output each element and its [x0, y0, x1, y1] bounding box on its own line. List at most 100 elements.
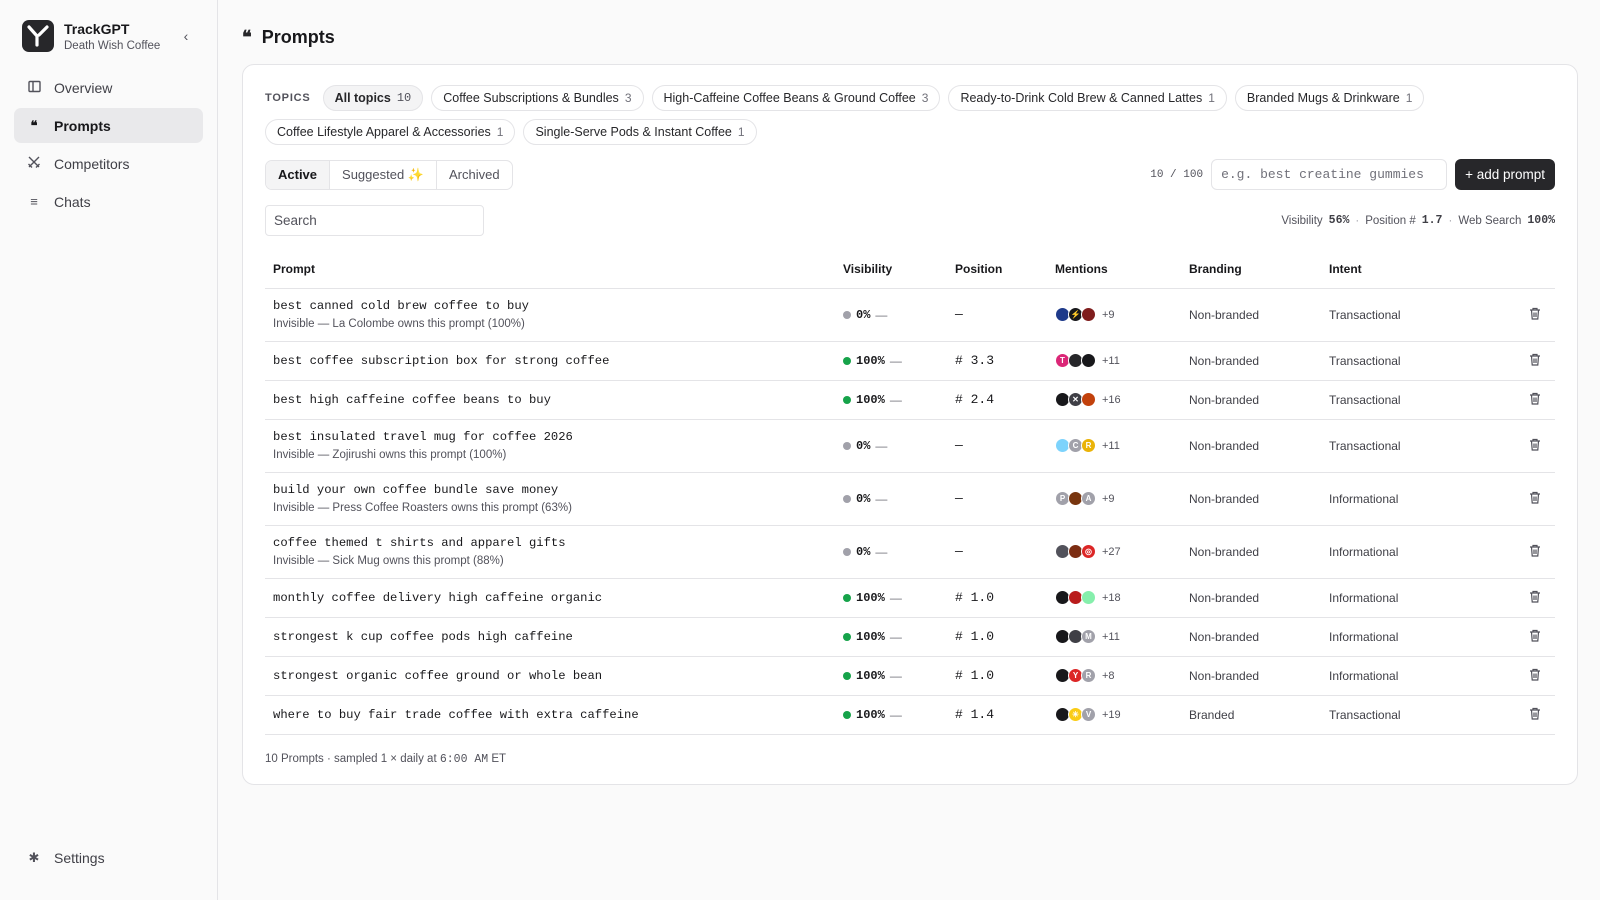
prompt-text[interactable]: coffee themed t shirts and apparel gifts	[273, 536, 827, 550]
more-mentions-count: +8	[1102, 669, 1115, 682]
table-row[interactable]: best canned cold brew coffee to buy Invi…	[265, 288, 1555, 342]
table-row[interactable]: where to buy fair trade coffee with extr…	[265, 695, 1555, 735]
status-dot	[843, 593, 851, 602]
trash-icon[interactable]	[1515, 695, 1555, 735]
sidebar-item-label: Competitors	[54, 155, 130, 172]
trash-icon[interactable]	[1515, 656, 1555, 696]
mentions-cell[interactable]: C R +11	[1055, 438, 1173, 453]
topic-chip-all[interactable]: All topics 10	[322, 85, 424, 111]
mentions-cell[interactable]: ✳ V +19	[1055, 707, 1173, 722]
table-row[interactable]: best insulated travel mug for coffee 202…	[265, 419, 1555, 473]
table-row[interactable]: best coffee subscription box for strong …	[265, 341, 1555, 381]
trash-icon[interactable]	[1515, 617, 1555, 657]
position-value: # 2.4	[955, 392, 995, 407]
status-dot	[843, 310, 851, 319]
column-header[interactable]: Branding	[1181, 250, 1321, 289]
trash-icon[interactable]	[1515, 472, 1555, 526]
mentions-cell[interactable]: +18	[1055, 590, 1173, 605]
mentions-cell[interactable]: ⚡ +9	[1055, 307, 1173, 322]
mentions-cell[interactable]: M +11	[1055, 629, 1173, 644]
branding-value: Non-branded	[1189, 307, 1260, 322]
tab-suggested[interactable]: Suggested ✨	[330, 160, 437, 189]
collapse-sidebar-icon[interactable]: ‹	[177, 28, 195, 44]
position-value: —	[955, 491, 963, 506]
table-row[interactable]: strongest k cup coffee pods high caffein…	[265, 617, 1555, 657]
prompt-text[interactable]: best insulated travel mug for coffee 202…	[273, 430, 827, 444]
trash-icon[interactable]	[1515, 380, 1555, 420]
mentions-cell[interactable]: T +11	[1055, 353, 1173, 368]
metric-label: Position #	[1365, 214, 1416, 227]
branding-value: Branded	[1189, 707, 1235, 722]
visibility-value: 100%	[856, 629, 885, 644]
trash-icon[interactable]	[1515, 419, 1555, 473]
tab-active[interactable]: Active	[266, 160, 331, 189]
chip-count: 3	[624, 91, 632, 105]
more-mentions-count: +19	[1102, 708, 1121, 721]
chip-label: Ready-to-Drink Cold Brew & Canned Lattes	[960, 91, 1203, 105]
mentions-cell[interactable]: Y R +8	[1055, 668, 1173, 683]
prompt-text[interactable]: best canned cold brew coffee to buy	[273, 299, 827, 313]
sampling-time: 6:00 AM	[439, 752, 489, 766]
mentions-cell[interactable]: ✕ +16	[1055, 392, 1173, 407]
intent-value: Transactional	[1329, 392, 1401, 407]
chip-label: Coffee Lifestyle Apparel & Accessories	[277, 125, 491, 139]
visibility-value: 100%	[856, 353, 885, 368]
mentions-cell[interactable]: ◎ +27	[1055, 544, 1173, 559]
more-mentions-count: +9	[1102, 492, 1115, 505]
topic-chip[interactable]: Branded Mugs & Drinkware 1	[1234, 85, 1425, 111]
table-row[interactable]: coffee themed t shirts and apparel gifts…	[265, 525, 1555, 579]
intent-value: Informational	[1329, 629, 1399, 644]
prompt-text[interactable]: strongest k cup coffee pods high caffein…	[273, 630, 827, 644]
table-row[interactable]: strongest organic coffee ground or whole…	[265, 656, 1555, 696]
status-dot	[843, 395, 851, 404]
competitor-avatar: V	[1081, 707, 1096, 722]
table-row[interactable]: monthly coffee delivery high caffeine or…	[265, 578, 1555, 618]
column-header[interactable]: Position	[947, 250, 1047, 289]
prompt-text[interactable]: monthly coffee delivery high caffeine or…	[273, 591, 827, 605]
trash-icon[interactable]	[1515, 288, 1555, 342]
timezone: ET	[491, 752, 507, 765]
position-value: # 3.3	[955, 353, 995, 368]
mentions-cell[interactable]: P A +9	[1055, 491, 1173, 506]
position-value: # 1.0	[955, 668, 995, 683]
chip-count: 1	[496, 125, 504, 139]
prompt-text[interactable]: build your own coffee bundle save money	[273, 483, 827, 497]
more-mentions-count: +9	[1102, 308, 1115, 321]
column-header[interactable]: Visibility	[835, 250, 947, 289]
column-header[interactable]: Prompt	[265, 250, 835, 289]
table-row[interactable]: build your own coffee bundle save money …	[265, 472, 1555, 526]
new-prompt-input[interactable]	[1211, 159, 1448, 190]
sidebar-item-overview[interactable]: Overview	[14, 70, 203, 105]
sidebar-item-settings[interactable]: ✱ Settings	[14, 840, 203, 875]
gear-icon: ✱	[28, 849, 40, 865]
tab-archived[interactable]: Archived	[437, 161, 512, 189]
sidebar-item-prompts[interactable]: ❝ Prompts	[14, 108, 203, 143]
topic-chip[interactable]: High-Caffeine Coffee Beans & Ground Coff…	[651, 85, 941, 111]
topic-chip[interactable]: Ready-to-Drink Cold Brew & Canned Lattes…	[948, 85, 1227, 111]
visibility-cell: 100% —	[843, 354, 939, 368]
table-row[interactable]: best high caffeine coffee beans to buy 1…	[265, 380, 1555, 420]
trash-icon[interactable]	[1515, 525, 1555, 579]
sidebar-item-competitors[interactable]: Competitors	[14, 146, 203, 181]
prompt-owner-note: Invisible — Zojirushi owns this prompt (…	[273, 449, 507, 461]
search-input[interactable]	[265, 205, 484, 236]
visibility-value: 0%	[856, 307, 871, 322]
topic-chip[interactable]: Coffee Subscriptions & Bundles 3	[431, 85, 644, 111]
chip-count: 10	[396, 91, 412, 105]
prompt-text[interactable]: best high caffeine coffee beans to buy	[273, 393, 827, 407]
more-mentions-count: +11	[1102, 630, 1120, 643]
sidebar-item-chats[interactable]: ≡ Chats	[14, 184, 203, 219]
prompts-table: Prompt Visibility Position Mentions Bran…	[265, 250, 1555, 735]
trash-icon[interactable]	[1515, 578, 1555, 618]
prompt-text[interactable]: where to buy fair trade coffee with extr…	[273, 708, 827, 722]
topics-label: TOPICS	[265, 92, 311, 104]
visibility-value: 100%	[856, 707, 885, 722]
prompt-text[interactable]: strongest organic coffee ground or whole…	[273, 669, 827, 683]
metric-label: Web Search	[1458, 214, 1522, 227]
trash-icon[interactable]	[1515, 341, 1555, 381]
prompt-text[interactable]: best coffee subscription box for strong …	[273, 354, 827, 368]
topic-chip[interactable]: Coffee Lifestyle Apparel & Accessories 1	[265, 119, 516, 145]
column-header[interactable]: Intent	[1321, 250, 1515, 289]
topic-chip[interactable]: Single-Serve Pods & Instant Coffee 1	[523, 119, 757, 145]
add-prompt-button[interactable]: + add prompt	[1455, 159, 1555, 190]
